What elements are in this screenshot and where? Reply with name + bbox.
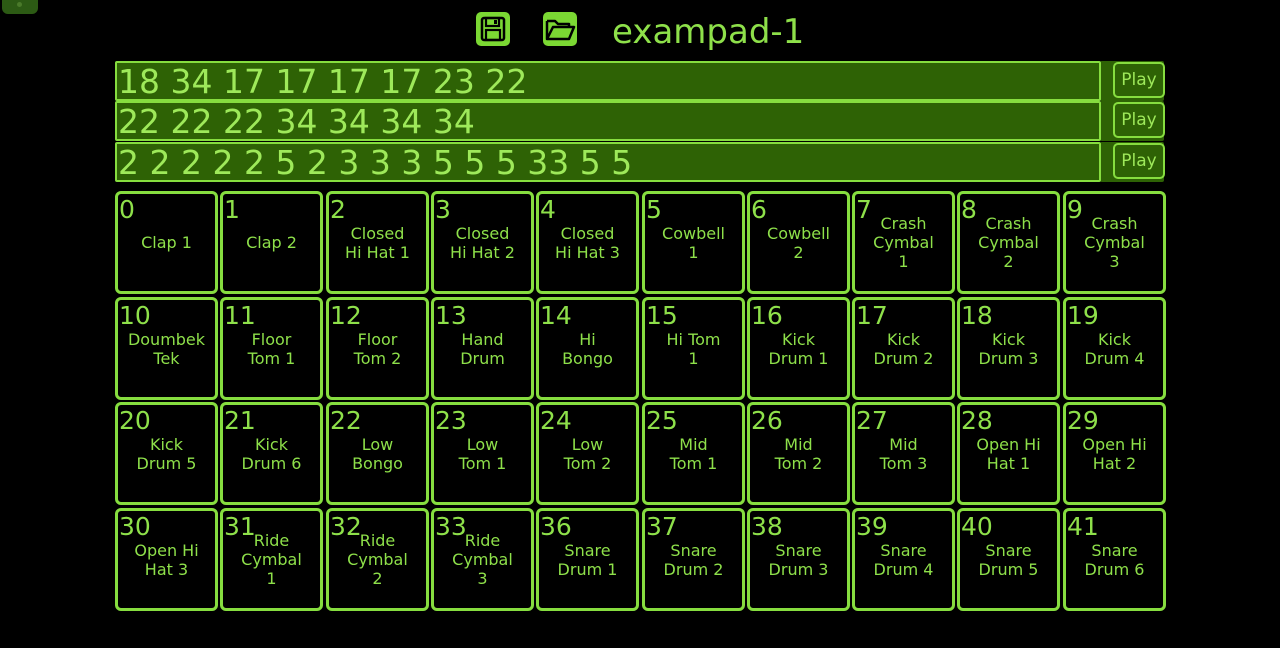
pad-number: 14 [540,301,572,330]
pad-number: 10 [119,301,151,330]
pad-number: 31 [224,512,256,541]
sequence-row: 22 22 22 34 34 34 34 Play [115,101,1166,141]
drum-pad[interactable]: Kick Drum 1 16 [747,297,850,400]
drum-pad[interactable]: Cowbell 26 [747,191,850,294]
pad-number: 21 [224,406,256,435]
drum-pad[interactable]: Crash Cymbal 17 [852,191,955,294]
drum-pad[interactable]: Closed Hi Hat 12 [326,191,429,294]
drum-pad[interactable]: Kick Drum 3 18 [957,297,1060,400]
drum-pad[interactable]: Doumbek Tek 10 [115,297,218,400]
pad-number: 15 [646,301,678,330]
drum-pad[interactable]: Snare Drum 6 41 [1063,508,1166,611]
pad-number: 24 [540,406,572,435]
drum-pad[interactable]: Crash Cymbal 28 [957,191,1060,294]
drum-pad[interactable]: Mid Tom 2 26 [747,402,850,505]
play-button[interactable]: Play [1113,62,1165,98]
pad-number: 18 [961,301,993,330]
sequence-input[interactable]: 2 2 2 2 2 5 2 3 3 3 5 5 5 33 5 5 [115,142,1101,182]
pad-number: 26 [751,406,783,435]
drum-pad[interactable]: Hi Tom 1 15 [642,297,745,400]
drum-pad[interactable]: Low Bongo 22 [326,402,429,505]
drum-pad[interactable]: Open Hi Hat 3 30 [115,508,218,611]
play-button[interactable]: Play [1113,143,1165,179]
drum-pad[interactable]: Mid Tom 1 25 [642,402,745,505]
pad-number: 4 [540,195,556,224]
drum-pad[interactable]: Snare Drum 3 38 [747,508,850,611]
floppy-disk-icon [480,16,506,42]
pad-grid: Clap 1 0 Clap 2 1 Closed Hi Hat 1 2 Closed Hi … [115,191,1166,611]
drum-pad[interactable]: Snare Drum 4 39 [852,508,955,611]
pad-number: 11 [224,301,256,330]
drum-pad[interactable]: Ride Cymbal 3 33 [431,508,534,611]
sequence-input[interactable]: 18 34 17 17 17 17 23 22 [115,61,1101,101]
pad-number: 27 [856,406,888,435]
drum-pad[interactable]: Closed Hi Hat 34 [536,191,639,294]
pad-number: 38 [751,512,783,541]
pad-number: 20 [119,406,151,435]
drum-pad[interactable]: Mid Tom 3 27 [852,402,955,505]
drum-pad[interactable]: Kick Drum 4 19 [1063,297,1166,400]
pad-number: 7 [856,195,872,224]
pad-number: 6 [751,195,767,224]
drum-pad[interactable]: Floor Tom 2 12 [326,297,429,400]
drum-pad[interactable]: Snare Drum 1 36 [536,508,639,611]
pad-number: 29 [1067,406,1099,435]
sequence-row: 18 34 17 17 17 17 23 22 Play [115,61,1166,101]
page-title: exampad-1 [612,12,805,52]
drum-pad[interactable]: Kick Drum 6 21 [220,402,323,505]
header: exampad-1 [0,0,1280,60]
pad-number: 32 [330,512,362,541]
pad-number: 16 [751,301,783,330]
pad-number: 33 [435,512,467,541]
pad-number: 9 [1067,195,1083,224]
sequence-input[interactable]: 22 22 22 34 34 34 34 [115,101,1101,141]
open-button[interactable] [543,12,577,46]
drum-pad[interactable]: Cowbell 15 [642,191,745,294]
pad-number: 1 [224,195,240,224]
pad-number: 12 [330,301,362,330]
drum-pad[interactable]: Clap 21 [220,191,323,294]
drum-pad[interactable]: Hand Drum 13 [431,297,534,400]
drum-pad[interactable]: Kick Drum 2 17 [852,297,955,400]
pad-number: 17 [856,301,888,330]
pad-number: 2 [330,195,346,224]
drum-pad[interactable]: Clap 10 [115,191,218,294]
pad-number: 28 [961,406,993,435]
drum-pad[interactable]: Open Hi Hat 1 28 [957,402,1060,505]
drum-pad[interactable]: Snare Drum 5 40 [957,508,1060,611]
save-button[interactable] [476,12,510,46]
sequence-row: 2 2 2 2 2 5 2 3 3 3 5 5 5 33 5 5 Play [115,142,1166,182]
pad-number: 5 [646,195,662,224]
drum-pad[interactable]: Ride Cymbal 2 32 [326,508,429,611]
drum-pad[interactable]: Closed Hi Hat 23 [431,191,534,294]
pad-number: 22 [330,406,362,435]
drum-pad[interactable]: Ride Cymbal 1 31 [220,508,323,611]
pad-number: 19 [1067,301,1099,330]
play-button[interactable]: Play [1113,102,1165,138]
folder-open-icon [545,19,576,41]
pad-number: 41 [1067,512,1099,541]
drum-pad[interactable]: Open Hi Hat 2 29 [1063,402,1166,505]
pad-number: 25 [646,406,678,435]
pad-number: 8 [961,195,977,224]
pad-number: 36 [540,512,572,541]
pad-number: 13 [435,301,467,330]
pad-number: 40 [961,512,993,541]
pad-number: 3 [435,195,451,224]
drum-pad[interactable]: Kick Drum 5 20 [115,402,218,505]
drum-pad[interactable]: Crash Cymbal 39 [1063,191,1166,294]
pad-number: 30 [119,512,151,541]
pad-number: 37 [646,512,678,541]
pad-number: 23 [435,406,467,435]
drum-pad[interactable]: Floor Tom 1 11 [220,297,323,400]
drum-pad[interactable]: Low Tom 2 24 [536,402,639,505]
pad-number: 39 [856,512,888,541]
pad-number: 0 [119,195,135,224]
drum-pad[interactable]: Low Tom 1 23 [431,402,534,505]
drum-pad[interactable]: Hi Bongo 14 [536,297,639,400]
drum-pad[interactable]: Snare Drum 2 37 [642,508,745,611]
